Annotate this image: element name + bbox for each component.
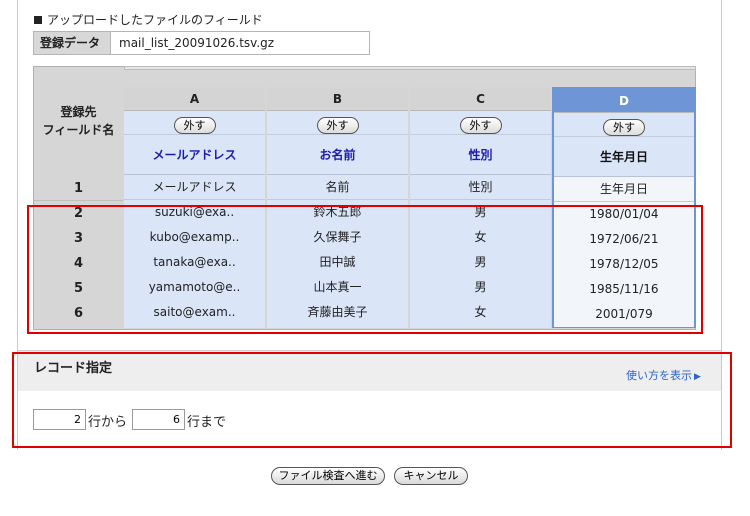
- mapped-field-name: お名前: [267, 135, 408, 175]
- column-letter[interactable]: C: [410, 87, 551, 111]
- table-cell: 名前: [267, 175, 408, 200]
- row-number: 1: [34, 176, 123, 201]
- section-title-text: アップロードしたファイルのフィールド: [47, 13, 263, 27]
- target-field-header-line1: 登録先: [60, 105, 97, 119]
- target-field-header: 登録先 フィールド名: [34, 70, 123, 176]
- column-letter[interactable]: B: [267, 87, 408, 111]
- table-cell: 性別: [410, 175, 551, 200]
- data-rows-highlight: [27, 205, 703, 334]
- registered-data-label: 登録データ: [33, 31, 111, 55]
- mapped-field-name: 生年月日: [554, 137, 694, 177]
- proceed-file-check-button[interactable]: ファイル検査へ進む: [271, 467, 385, 485]
- remove-field-button[interactable]: 外す: [603, 119, 645, 136]
- remove-field-button[interactable]: 外す: [173, 117, 216, 134]
- table-cell: メールアドレス: [124, 175, 265, 200]
- table-scrollbar[interactable]: [124, 66, 696, 70]
- record-spec-highlight: [12, 352, 732, 448]
- uploaded-fields-title: アップロードしたファイルのフィールド: [34, 11, 263, 28]
- table-cell: 生年月日: [554, 177, 694, 202]
- square-bullet-icon: [34, 16, 42, 24]
- remove-field-button[interactable]: 外す: [459, 117, 502, 134]
- remove-field-button[interactable]: 外す: [316, 117, 359, 134]
- column-letter[interactable]: D: [554, 89, 694, 113]
- cancel-button[interactable]: キャンセル: [394, 467, 468, 485]
- target-field-header-line2: フィールド名: [42, 123, 115, 137]
- mapped-field-name: メールアドレス: [124, 135, 265, 175]
- mapped-field-name: 性別: [410, 135, 551, 175]
- registered-data-filename: mail_list_20091026.tsv.gz: [111, 31, 370, 55]
- column-letter[interactable]: A: [124, 87, 265, 111]
